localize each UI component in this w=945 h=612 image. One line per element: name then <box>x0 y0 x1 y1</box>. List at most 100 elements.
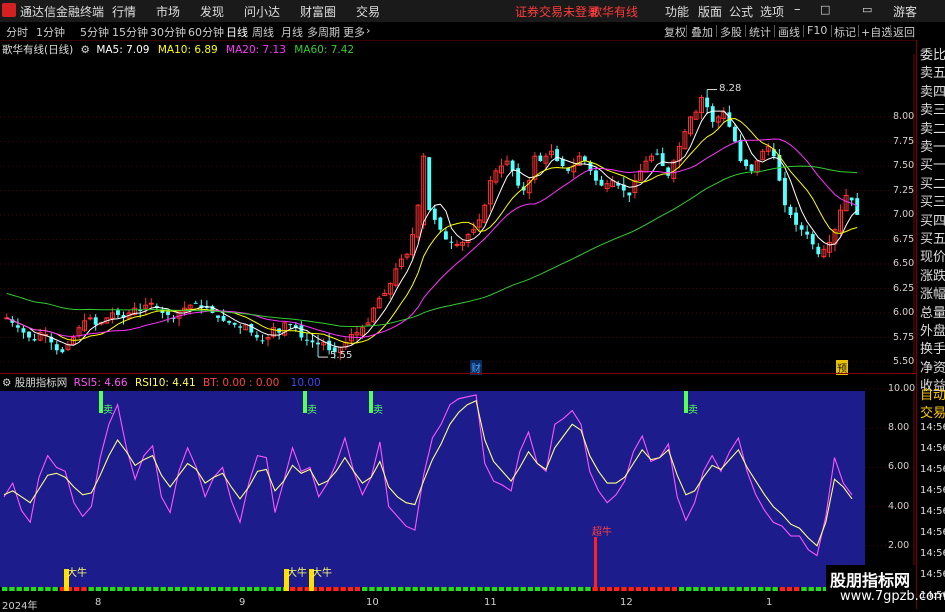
tab-1min[interactable]: 1分钟 <box>36 24 65 40</box>
tab-more[interactable]: 更多 <box>343 24 365 40</box>
candle-down <box>221 315 226 321</box>
signal-strip-cell <box>743 587 750 591</box>
signal-strip-cell <box>23 587 30 591</box>
tab-weekly[interactable]: 周线 <box>252 24 274 40</box>
side-panel-item[interactable]: 卖一 <box>920 136 945 155</box>
tab-daily[interactable]: 日线 <box>226 24 248 40</box>
sell-label: 卖 <box>373 404 383 416</box>
side-panel-item[interactable]: 买四 <box>920 210 945 229</box>
price-tick-label: 5.50 <box>893 356 915 367</box>
side-panel-item[interactable]: 交易 <box>920 402 945 421</box>
date-label: 1 <box>766 597 773 608</box>
draw-line-button[interactable]: 画线 <box>778 24 800 40</box>
signal-strip-cell <box>520 587 526 591</box>
candlestick-chart[interactable] <box>0 54 916 374</box>
side-panel-item[interactable]: 买一 <box>920 154 945 173</box>
side-panel-item[interactable]: 委比 <box>920 44 945 63</box>
side-panel-item[interactable]: 总量 <box>920 302 945 321</box>
login-notice[interactable]: 证券交易未登录 <box>515 3 599 20</box>
minimize-icon[interactable]: – <box>794 2 801 17</box>
add-watchlist-button[interactable]: +自选 <box>861 24 892 40</box>
signal-strip-cell <box>671 587 678 591</box>
signal-strip-cell <box>570 587 577 591</box>
tab-15min[interactable]: 15分钟 <box>112 24 148 40</box>
menu-jiaoyi[interactable]: 交易 <box>356 3 380 20</box>
signal-strip-cell <box>628 587 634 591</box>
side-panel-item[interactable]: 卖三 <box>920 99 945 118</box>
restore-icon[interactable]: ▭ <box>862 3 872 16</box>
mark-button[interactable]: 标记 <box>834 24 856 40</box>
chevron-right-icon[interactable]: › <box>366 24 370 37</box>
window-icon[interactable]: □ <box>820 3 830 16</box>
side-panel-item[interactable]: 外盘 <box>920 320 945 339</box>
candle-down <box>799 225 804 230</box>
tab-5min[interactable]: 5分钟 <box>80 24 109 40</box>
side-panel-item[interactable]: 14:56 <box>920 569 945 580</box>
signal-strip-cell <box>153 587 159 591</box>
app-logo-icon <box>2 3 16 17</box>
side-panel-item[interactable]: 买五 <box>920 228 945 247</box>
signal-strip-cell <box>347 587 354 591</box>
signal-strip-cell <box>189 587 195 591</box>
menu-gongshi[interactable]: 公式 <box>729 3 753 20</box>
side-panel-item[interactable]: 净资 <box>920 357 945 376</box>
back-button[interactable]: 返回 <box>893 24 915 40</box>
signal-strip-cell <box>362 587 368 591</box>
super-buy-bar <box>594 537 597 591</box>
candle-down <box>660 153 665 166</box>
menu-xuanxiang[interactable]: 选项 <box>760 3 784 20</box>
signal-strip-cell <box>318 587 325 591</box>
signal-strip-cell <box>405 587 411 591</box>
side-panel-item[interactable]: 14:56 <box>920 485 945 496</box>
side-panel-item[interactable]: 涨幅 <box>920 283 945 302</box>
side-panel-item[interactable]: 卖二 <box>920 118 945 137</box>
f10-button[interactable]: F10 <box>807 24 827 37</box>
side-panel-item[interactable]: 14:56 <box>920 443 945 454</box>
signal-strip-cell <box>340 587 346 591</box>
signal-strip-cell <box>578 587 584 591</box>
side-panel-item[interactable]: 自动 <box>920 384 945 403</box>
side-panel-item[interactable]: 换手 <box>920 338 945 357</box>
menu-shichang[interactable]: 市场 <box>156 3 180 20</box>
overlay-button[interactable]: 叠加 <box>691 24 713 40</box>
multi-stock-button[interactable]: 多股 <box>720 24 742 40</box>
buy-label: 大牛 <box>67 566 87 579</box>
menu-banmian[interactable]: 版面 <box>698 3 722 20</box>
signal-strip-cell <box>30 587 37 591</box>
signal-strip-cell <box>412 587 418 591</box>
side-panel-item[interactable]: 卖五 <box>920 62 945 81</box>
candle-down <box>432 208 437 220</box>
fuquan-button[interactable]: 复权 <box>664 24 686 40</box>
tab-60min[interactable]: 60分钟 <box>188 24 224 40</box>
candle-down <box>449 241 454 243</box>
menu-hangqing[interactable]: 行情 <box>112 3 136 20</box>
side-panel-item[interactable]: 买三 <box>920 191 945 210</box>
menu-caifuquan[interactable]: 财富圈 <box>300 3 336 20</box>
tab-30min[interactable]: 30分钟 <box>150 24 186 40</box>
user-label[interactable]: 游客 <box>893 3 917 20</box>
price-tick-label: 5.75 <box>893 331 915 343</box>
side-panel-item[interactable]: 涨跌 <box>920 265 945 284</box>
side-panel-item[interactable]: 14:56 <box>920 506 945 517</box>
candle-down <box>710 106 715 122</box>
tab-fenshi[interactable]: 分时 <box>6 24 28 40</box>
signal-strip-cell <box>45 587 51 591</box>
side-panel-item[interactable]: 14:56 <box>920 464 945 475</box>
side-panel-item[interactable]: 卖四 <box>920 81 945 100</box>
rsi-indicator-chart[interactable]: 卖卖卖卖大牛 大牛 大牛超牛 <box>0 387 916 595</box>
menu-faxian[interactable]: 发现 <box>200 3 224 20</box>
signal-strip-cell <box>232 587 238 591</box>
side-panel-item[interactable]: 现价 <box>920 246 945 265</box>
tab-multi-period[interactable]: 多周期 <box>307 24 340 40</box>
side-panel-item[interactable]: 14:56 <box>920 527 945 538</box>
stats-button[interactable]: 统计 <box>749 24 771 40</box>
menu-gongneng[interactable]: 功能 <box>665 3 689 20</box>
signal-strip-cell <box>750 587 757 591</box>
candle-down <box>166 311 170 315</box>
tab-monthly[interactable]: 月线 <box>281 24 303 40</box>
indicator-tick-label: 4.00 <box>888 500 910 512</box>
menu-wenxiaoda[interactable]: 问小达 <box>244 3 280 20</box>
side-panel-item[interactable]: 14:56 <box>920 548 945 559</box>
side-panel-item[interactable]: 买二 <box>920 173 945 192</box>
side-panel-item[interactable]: 14:56 <box>920 422 945 433</box>
